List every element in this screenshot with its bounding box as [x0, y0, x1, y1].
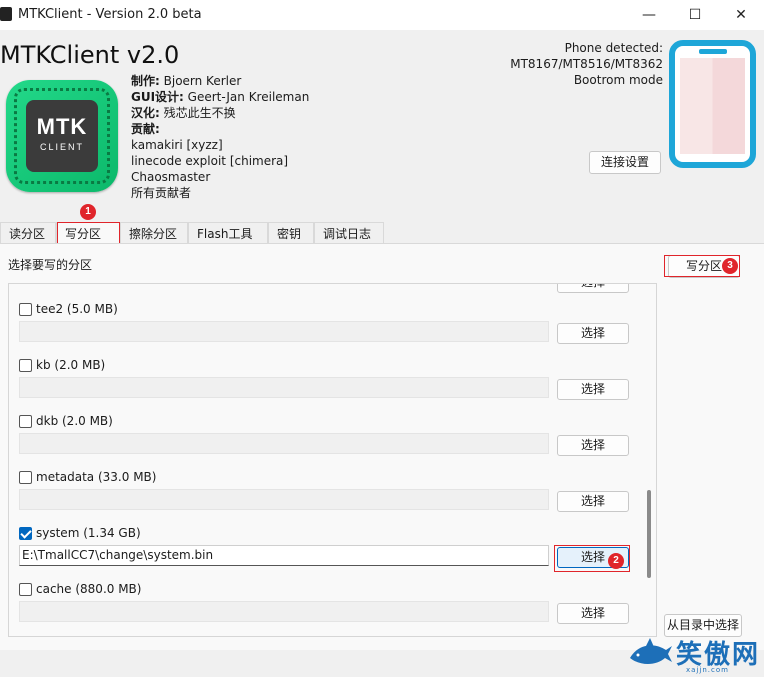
credit-contrib-4: 所有贡献者: [131, 186, 192, 200]
select-file-button[interactable]: 选择: [557, 323, 629, 344]
connect-settings-button[interactable]: 连接设置: [589, 151, 661, 174]
maximize-button[interactable]: ☐: [672, 2, 718, 28]
file-path-field[interactable]: [19, 489, 549, 510]
file-path-field[interactable]: E:\TmallCC7\change\system.bin: [19, 545, 549, 566]
mtk-logo: MTK CLIENT: [6, 80, 118, 192]
select-file-button[interactable]: 选择: [557, 435, 629, 456]
partition-checkbox[interactable]: [19, 303, 32, 316]
close-button[interactable]: ✕: [718, 2, 764, 28]
scrollbar-thumb[interactable]: [647, 490, 651, 578]
app-heading: MTKClient v2.0: [0, 41, 180, 69]
credit-contrib-label: 贡献:: [131, 122, 160, 136]
step-badge-2: 2: [608, 553, 624, 569]
select-partition-label: 选择要写的分区: [8, 258, 93, 272]
partition-label: kb (2.0 MB): [36, 358, 106, 372]
credit-contrib-3: Chaosmaster: [131, 170, 211, 184]
credit-gui: GUI设计: Geert-Jan Kreileman: [131, 90, 310, 104]
partition-checkbox-checked[interactable]: [19, 527, 32, 540]
minimize-button[interactable]: —: [626, 2, 672, 28]
file-path-field[interactable]: [19, 377, 549, 398]
partition-label: tee2 (5.0 MB): [36, 302, 118, 316]
tab-erase-partition[interactable]: 擦除分区: [120, 222, 188, 244]
partition-row: metadata (33.0 MB) 选择: [9, 470, 649, 528]
partition-label: dkb (2.0 MB): [36, 414, 113, 428]
credit-contrib-1: kamakiri [xyzz]: [131, 138, 223, 152]
partition-checkbox[interactable]: [19, 359, 32, 372]
phone-screen: [680, 58, 745, 154]
select-file-button[interactable]: 选择: [557, 284, 629, 293]
partition-row: dkb (2.0 MB) 选择: [9, 414, 649, 472]
title-bar: MTKClient - Version 2.0 beta — ☐ ✕: [0, 0, 764, 30]
phone-notch: [699, 49, 727, 54]
mode-label: Bootrom mode: [573, 73, 663, 87]
select-file-button[interactable]: 选择: [557, 491, 629, 512]
partition-row: kb (2.0 MB) 选择: [9, 358, 649, 416]
partition-checkbox[interactable]: [19, 471, 32, 484]
file-path-field[interactable]: [19, 601, 549, 622]
tab-debug-log[interactable]: 调试日志: [314, 222, 384, 244]
highlight-box-1: [57, 222, 120, 244]
credit-author: 制作: Bjoern Kerler: [131, 74, 242, 88]
phone-icon: [669, 40, 756, 168]
step-badge-3: 3: [722, 258, 738, 274]
tab-read-partition[interactable]: 读分区: [0, 222, 56, 244]
partition-row: cache (880.0 MB) 选择: [9, 582, 649, 636]
watermark-domain: xajjn.com: [686, 666, 729, 674]
partition-row: system (1.34 GB) E:\TmallCC7\change\syst…: [9, 526, 649, 584]
partition-row: tee2 (5.0 MB) 选择: [9, 302, 649, 360]
chip-pins: [14, 88, 110, 184]
partition-checkbox[interactable]: [19, 415, 32, 428]
partition-label: cache (880.0 MB): [36, 582, 142, 596]
phone-detected-label: Phone detected:: [564, 41, 663, 55]
file-path-field[interactable]: [19, 321, 549, 342]
credit-translation: 汉化: 残芯此生不换: [131, 106, 236, 120]
select-file-button[interactable]: 选择: [557, 603, 629, 624]
file-path-field[interactable]: [19, 433, 549, 454]
chipset-list: MT8167/MT8516/MT8362: [510, 57, 663, 71]
credit-contrib-2: linecode exploit [chimera]: [131, 154, 289, 168]
partition-label: system (1.34 GB): [36, 526, 141, 540]
tab-keys[interactable]: 密钥: [268, 222, 314, 244]
partition-checkbox[interactable]: [19, 583, 32, 596]
tab-flash-tools[interactable]: Flash工具: [188, 222, 268, 244]
select-file-button[interactable]: 选择: [557, 379, 629, 400]
step-badge-1: 1: [80, 204, 96, 220]
shark-logo-icon: [630, 638, 672, 664]
credits-block: 制作: Bjoern Kerler GUI设计: Geert-Jan Kreil…: [131, 73, 309, 201]
partition-list[interactable]: 选择 tee2 (5.0 MB) 选择 kb (2.0 MB) 选择 dkb (…: [8, 283, 657, 637]
app-icon: [0, 7, 12, 21]
phone-status: Phone detected: MT8167/MT8516/MT8362 Boo…: [510, 40, 663, 88]
window-title: MTKClient - Version 2.0 beta: [18, 7, 202, 22]
partition-label: metadata (33.0 MB): [36, 470, 157, 484]
